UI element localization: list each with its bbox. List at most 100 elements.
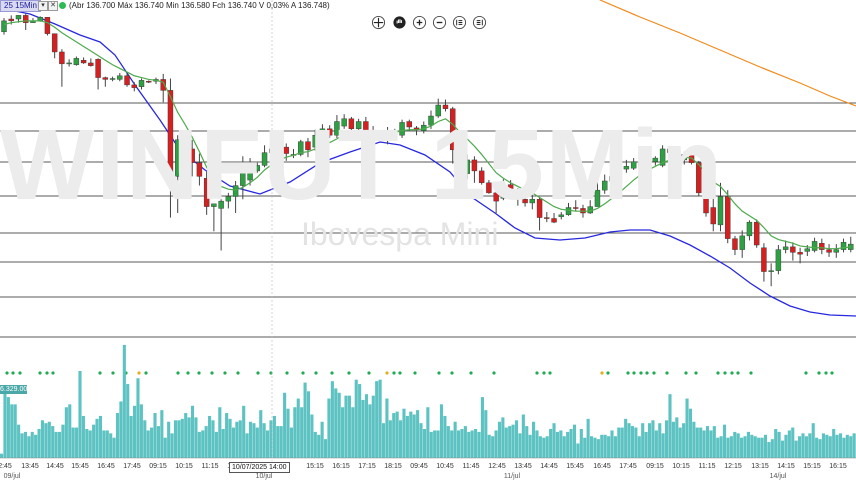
volume-bar [283,392,287,458]
chart-window[interactable]: WINFUT 15Min Ibovespa Mini 25 15Min ▾ ✕ … [0,0,856,481]
fit-right-icon[interactable] [472,15,487,30]
move-icon[interactable] [371,15,386,30]
watermark: WINFUT 15Min [0,109,724,221]
signal-dot [301,371,305,375]
volume-bar [637,436,641,458]
volume-bar [71,427,75,458]
volume-bar [252,423,256,458]
volume-bar [136,378,140,458]
volume-bar [450,430,454,458]
volume-bar [197,431,201,458]
time-tick-label: 15:15 [803,463,821,470]
signal-dot [535,371,539,375]
volume-bar [832,429,836,458]
volume-bar [167,421,171,458]
volume-bar [119,401,123,458]
volume-bar [552,423,556,458]
candle-body [768,270,774,272]
time-tick-label: 17:45 [619,463,637,470]
volume-bar [743,436,747,458]
volume-bar [231,427,236,458]
volume-bar [57,431,62,458]
candle-body [8,18,14,22]
volume-bar [753,436,757,458]
time-tick-label: 2:45 [0,463,12,470]
volume-bar [323,439,328,458]
candle-body [51,33,58,53]
volume-bar [780,440,785,458]
volume-bar [75,427,79,458]
time-tick-label: 13:45 [21,463,39,470]
volume-bar [787,430,791,458]
volume-bar [436,430,440,458]
volume-bar [330,381,334,458]
volume-bar [44,423,48,458]
time-tick-label: 16:15 [332,463,350,470]
volume-bar [760,437,764,458]
candle-body [95,59,101,78]
candle-body [753,221,760,246]
volume-bar [487,434,491,458]
time-tick-label: 13:45 [514,463,532,470]
candle-body [146,81,152,83]
volume-bar [497,421,502,458]
volume-bar [289,427,293,458]
volume-bar [409,411,413,458]
volume-bar [750,434,754,458]
hand-icon[interactable] [392,15,407,30]
volume-bar [463,426,467,458]
date-label: 14/jul [769,473,787,480]
signal-dot [694,371,698,375]
volume-bar [388,420,392,458]
signal-dot [330,371,334,375]
volume-bar [682,423,686,458]
volume-bar [81,415,85,458]
volume-bar [845,434,849,458]
signal-dot [626,371,630,375]
volume-bar [757,437,761,458]
volume-bar [791,427,795,458]
close-icon[interactable]: ✕ [48,1,58,11]
volume-bar [40,420,45,458]
volume-bar [842,437,846,458]
signal-dot [18,371,22,375]
volume-bar [808,433,812,458]
fit-left-icon[interactable] [452,15,467,30]
symbol-badge[interactable]: 25 15Min [0,0,41,12]
volume-bar [835,434,839,458]
volume-bar [368,404,372,458]
volume-bar [705,426,710,458]
signal-dot [385,371,389,375]
cursor-time-label: 10/07/2025 14:00 [229,462,290,473]
volume-bar [225,413,229,458]
volume-bar [286,408,290,458]
volume-bar [426,407,430,458]
signal-dot [450,371,454,375]
minimize-icon[interactable]: ▾ [38,1,48,11]
signal-dot [723,371,727,375]
volume-bar [566,431,570,458]
volume-bar [692,421,696,458]
zoom-in-icon[interactable] [412,15,427,30]
time-tick-label: 09:45 [410,463,428,470]
candle-body [833,249,839,253]
signal-dot [256,371,260,375]
volume-bar [27,436,31,458]
candle-body [138,80,145,87]
volume-bar [266,430,270,458]
volume-bar [770,439,774,458]
volume-bar [576,443,580,458]
volume-bar [276,426,280,458]
zoom-out-icon[interactable] [432,15,447,30]
signal-dot [830,371,834,375]
volume-bar [375,381,379,458]
volume-bar [716,437,720,458]
volume-bar [204,426,208,458]
volume-bar [146,430,150,458]
candle-body [102,77,109,80]
volume-bar [596,439,600,458]
volume-bar [665,420,669,458]
signal-dot [606,371,610,375]
volume-bar [255,427,259,458]
volume-bar [538,436,542,458]
